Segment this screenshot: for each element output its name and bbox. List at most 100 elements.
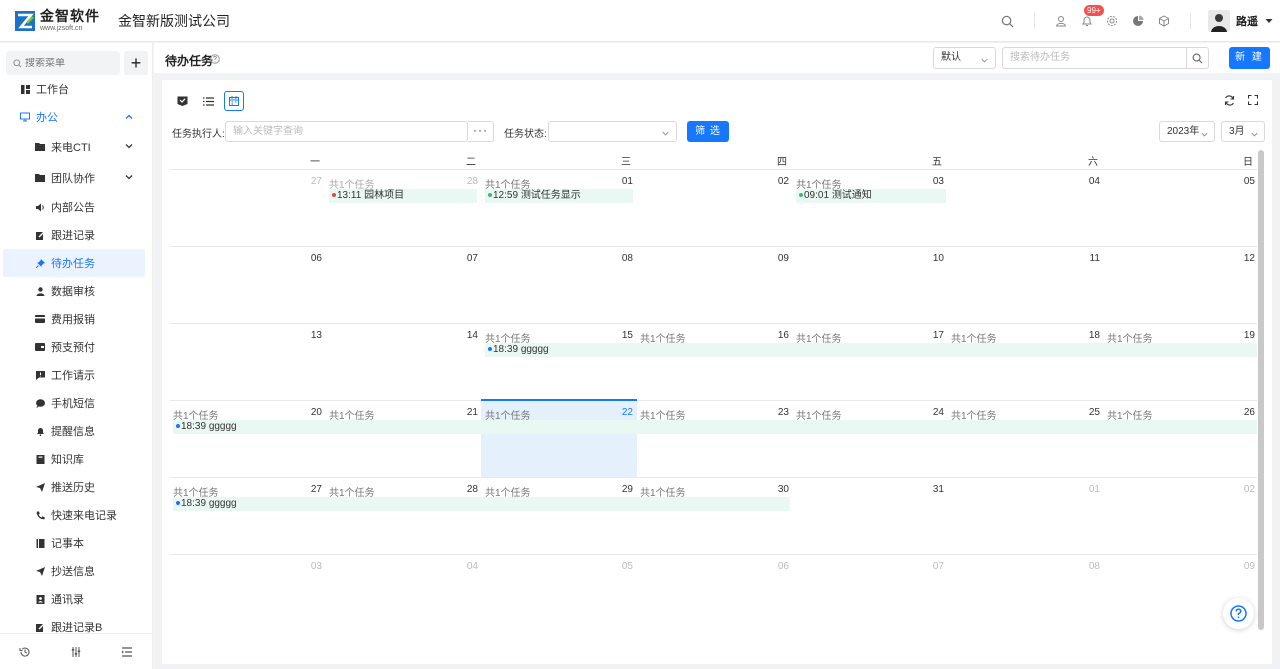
day-number[interactable]: 16 bbox=[759, 330, 789, 341]
history-icon[interactable] bbox=[19, 646, 31, 658]
sidebar-item-notebook[interactable]: 记事本 bbox=[0, 529, 152, 557]
month-select[interactable]: 3月 bbox=[1221, 121, 1265, 142]
sidebar-item-review[interactable]: 数据审核 bbox=[0, 277, 152, 305]
fullscreen-icon[interactable] bbox=[1247, 94, 1259, 106]
day-number[interactable]: 15 bbox=[603, 330, 633, 341]
sidebar-item-team[interactable]: 团队协作 bbox=[0, 162, 152, 193]
sidebar-item-followup[interactable]: 跟进记录 bbox=[0, 221, 152, 249]
sidebar-item-followup-b[interactable]: 跟进记录B bbox=[0, 613, 152, 635]
day-number[interactable]: 12 bbox=[1225, 253, 1255, 264]
add-menu-button[interactable]: + bbox=[124, 51, 148, 75]
refresh-icon[interactable] bbox=[1223, 94, 1235, 106]
calendar-event[interactable]: 09:01 测试通知 bbox=[796, 189, 946, 203]
sidebar-item-knowledge[interactable]: 知识库 bbox=[0, 445, 152, 473]
list-view-icon[interactable] bbox=[198, 91, 218, 111]
help-circle-icon[interactable] bbox=[210, 53, 220, 64]
day-number[interactable]: 02 bbox=[759, 176, 789, 187]
settings-icon[interactable] bbox=[1105, 14, 1119, 28]
day-number[interactable]: 31 bbox=[914, 484, 944, 495]
day-number[interactable]: 28 bbox=[448, 176, 478, 187]
help-button[interactable] bbox=[1223, 598, 1254, 629]
day-number[interactable]: 29 bbox=[603, 484, 633, 495]
executor-input[interactable]: 输入关键字查询 bbox=[225, 121, 468, 142]
day-number[interactable]: 28 bbox=[448, 484, 478, 495]
day-number[interactable]: 08 bbox=[1070, 561, 1100, 572]
sidebar-item-notice[interactable]: 内部公告 bbox=[0, 193, 152, 221]
executor-picker-button[interactable]: ··· bbox=[468, 121, 494, 142]
day-number[interactable]: 06 bbox=[759, 561, 789, 572]
day-number[interactable]: 18 bbox=[1070, 330, 1100, 341]
calendar-event[interactable]: 12:59 测试任务显示 bbox=[485, 189, 633, 203]
day-number[interactable]: 27 bbox=[292, 176, 322, 187]
day-number[interactable]: 14 bbox=[448, 330, 478, 341]
pie-chart-icon[interactable] bbox=[1131, 14, 1145, 28]
year-select[interactable]: 2023年 bbox=[1159, 121, 1215, 142]
sidebar-item-request[interactable]: 工作请示 bbox=[0, 361, 152, 389]
sidebar-item-reminder[interactable]: 提醒信息 bbox=[0, 417, 152, 445]
sidebar-item-label: 通讯录 bbox=[51, 594, 84, 606]
task-search-input[interactable]: 搜索待办任务 bbox=[1002, 47, 1209, 69]
calendar-scrollbar[interactable] bbox=[1258, 150, 1264, 630]
sidebar-item-cc[interactable]: 抄送信息 bbox=[0, 557, 152, 585]
sidebar-item-office[interactable]: 办公 bbox=[0, 103, 152, 131]
sidebar-item-advance[interactable]: 预支预付 bbox=[0, 333, 152, 361]
calendar-event[interactable]: 13:11 园林项目 bbox=[329, 189, 477, 203]
day-number[interactable]: 06 bbox=[292, 253, 322, 264]
menu-search-input[interactable] bbox=[25, 57, 115, 69]
day-number[interactable]: 01 bbox=[603, 176, 633, 187]
user-menu[interactable]: 路遥 bbox=[1208, 10, 1273, 32]
day-number[interactable]: 07 bbox=[448, 253, 478, 264]
search-icon[interactable] bbox=[1186, 48, 1208, 68]
day-number[interactable]: 30 bbox=[759, 484, 789, 495]
kanban-view-icon[interactable] bbox=[172, 91, 192, 111]
day-number[interactable]: 05 bbox=[1225, 176, 1255, 187]
day-number[interactable]: 03 bbox=[292, 561, 322, 572]
calendar-view-icon[interactable] bbox=[224, 91, 244, 111]
day-number[interactable]: 10 bbox=[914, 253, 944, 264]
status-select[interactable] bbox=[548, 121, 677, 142]
day-number[interactable]: 23 bbox=[759, 407, 789, 418]
day-number[interactable]: 04 bbox=[448, 561, 478, 572]
day-number[interactable]: 20 bbox=[292, 407, 322, 418]
calendar-event[interactable]: 18:39 ggggg bbox=[485, 343, 1257, 357]
cube-icon[interactable] bbox=[1157, 14, 1171, 28]
sidebar-item-cti[interactable]: 来电CTI bbox=[0, 131, 152, 162]
day-number[interactable]: 03 bbox=[914, 176, 944, 187]
sidebar-item-quick-call[interactable]: 快速来电记录 bbox=[0, 501, 152, 529]
day-number[interactable]: 01 bbox=[1070, 484, 1100, 495]
sidebar-item-sms[interactable]: 手机短信 bbox=[0, 389, 152, 417]
new-task-button[interactable]: 新 建 bbox=[1229, 47, 1270, 69]
sidebar-item-push-history[interactable]: 推送历史 bbox=[0, 473, 152, 501]
sidebar-item-todo[interactable]: 待办任务 bbox=[3, 249, 145, 277]
sliders-icon[interactable] bbox=[70, 646, 82, 658]
sidebar-item-dashboard[interactable]: 工作台 bbox=[0, 75, 152, 103]
search-icon[interactable] bbox=[1000, 14, 1014, 28]
filter-button[interactable]: 筛 选 bbox=[687, 121, 729, 142]
day-number[interactable]: 21 bbox=[448, 407, 478, 418]
day-number[interactable]: 17 bbox=[914, 330, 944, 341]
day-number[interactable]: 13 bbox=[292, 330, 322, 341]
day-number[interactable]: 24 bbox=[914, 407, 944, 418]
menu-search[interactable] bbox=[6, 51, 120, 75]
user-group-icon[interactable] bbox=[1054, 14, 1068, 28]
day-number[interactable]: 25 bbox=[1070, 407, 1100, 418]
day-number[interactable]: 19 bbox=[1225, 330, 1255, 341]
day-number[interactable]: 09 bbox=[1225, 561, 1255, 572]
sidebar-item-contacts[interactable]: 通讯录 bbox=[0, 585, 152, 613]
day-number[interactable]: 11 bbox=[1070, 253, 1100, 264]
day-number[interactable]: 05 bbox=[603, 561, 633, 572]
day-number[interactable]: 08 bbox=[603, 253, 633, 264]
day-number[interactable]: 02 bbox=[1225, 484, 1255, 495]
day-number[interactable]: 27 bbox=[292, 484, 322, 495]
day-number[interactable]: 04 bbox=[1070, 176, 1100, 187]
calendar-event[interactable]: 18:39 ggggg bbox=[173, 420, 1257, 434]
sidebar-item-expense[interactable]: 费用报销 bbox=[0, 305, 152, 333]
day-number-today[interactable]: 22 bbox=[603, 407, 633, 418]
bell-icon[interactable]: 99+ bbox=[1080, 5, 1104, 28]
calendar-event[interactable]: 18:39 ggggg bbox=[173, 497, 790, 511]
day-number[interactable]: 07 bbox=[914, 561, 944, 572]
day-number[interactable]: 09 bbox=[759, 253, 789, 264]
menu-collapse-icon[interactable] bbox=[121, 646, 133, 658]
day-number[interactable]: 26 bbox=[1225, 407, 1255, 418]
view-scope-select[interactable]: 默认 bbox=[933, 47, 996, 69]
